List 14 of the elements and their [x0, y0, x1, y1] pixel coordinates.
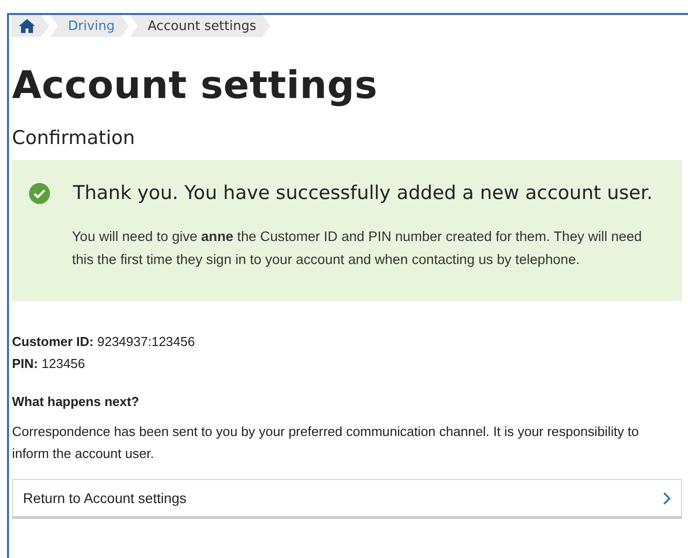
section-heading: Confirmation	[12, 127, 136, 149]
success-message: You will need to give anne the Customer ID and PIN number created for them. They will need this the first time they sign in to your account and when contacting us by telephone.	[72, 228, 643, 269]
next-heading: What happens next?	[12, 394, 140, 409]
chevron-right-icon	[663, 492, 671, 504]
detail-line: Customer ID: 9234937:123456	[12, 333, 196, 351]
success-heading: Thank you. You have successfully added a new account user.	[73, 182, 653, 204]
breadcrumb-current: Account settings	[148, 18, 256, 34]
home-icon	[19, 19, 35, 33]
check-icon	[29, 182, 50, 204]
home-crumb[interactable]	[11, 15, 49, 37]
next-text: Correspondence has been sent to you by your preferred communication channel. It is your responsibility to inform the account user.	[12, 423, 640, 463]
return-link[interactable]: Return to Account settings	[12, 479, 682, 519]
detail-line: PIN: 123456	[12, 355, 86, 373]
page-title: Account settings	[12, 63, 378, 107]
